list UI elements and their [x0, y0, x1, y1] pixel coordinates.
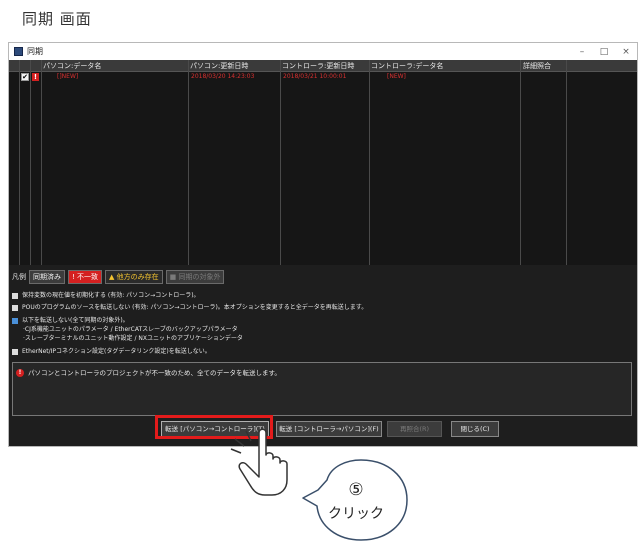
- legend-excluded: ■ 同期の対象外: [165, 270, 225, 284]
- window-title: 同期: [27, 47, 43, 56]
- option-checkbox[interactable]: [12, 292, 18, 299]
- option-checkbox-checked[interactable]: [12, 317, 18, 324]
- data-grid: パソコン:データ名 パソコン:更新日時 コントローラ:更新日時 コントローラ:デ…: [9, 60, 637, 265]
- minimize-button[interactable]: –: [571, 47, 593, 57]
- option-sub-line-2: ·スレーブターミナルのユニット動作設定 / NXユニットのアプリケーションデータ: [23, 335, 243, 342]
- legend-one-side-only: ▲ 他方のみ存在: [105, 270, 163, 284]
- row-ctrl-name: [NEW]: [387, 73, 406, 80]
- close-button[interactable]: 閉じる(C): [451, 421, 499, 437]
- row-pc-time: 2018/03/20 14:23:03: [191, 73, 255, 80]
- close-window-button[interactable]: ×: [615, 47, 637, 57]
- legend-label: 凡例: [12, 273, 26, 281]
- option-no-pou-source[interactable]: POUのプログラムのソースを転送しない (有効: パソコン→コントローラ)。本オ…: [12, 302, 367, 311]
- option-init-retained[interactable]: 保持変数の現在値を初期化する (有効: パソコン→コントローラ)。: [12, 290, 200, 299]
- legend-mismatch: ! 不一致: [68, 270, 103, 284]
- option-checkbox[interactable]: [12, 348, 18, 355]
- table-row[interactable]: []NEW] 2018/03/20 14:23:03 2018/03/21 10…: [9, 72, 637, 82]
- option-sub-line-1: ·CJ系機能ユニットのパラメータ / EtherCATスレーブのバックアップパラ…: [23, 326, 238, 333]
- option-no-eip[interactable]: EtherNet/IPコネクション設定(タグデータリンク設定)を転送しない。: [12, 346, 211, 355]
- button-bar: 転送 [パソコン→コントローラ](T) 転送 [コントローラ→パソコン](F) …: [9, 418, 637, 446]
- callout-step: ⑤: [348, 480, 364, 500]
- app-icon: [14, 47, 23, 56]
- recompare-button[interactable]: 再照合(R): [387, 421, 442, 437]
- sync-window: 同期 – □ × パソコン:データ名 パソコン:更新日時 コントローラ:更新日時…: [8, 42, 638, 447]
- error-icon: !: [16, 369, 24, 377]
- maximize-button[interactable]: □: [593, 47, 615, 57]
- page-heading: 同期 画面: [22, 10, 92, 28]
- col-ctrl-time[interactable]: コントローラ:更新日時: [282, 61, 354, 71]
- col-pc-name[interactable]: パソコン:データ名: [43, 61, 101, 71]
- message-box: ! パソコンとコントローラのプロジェクトが不一致のため、全てのデータを転送します。: [12, 362, 632, 416]
- grid-header: パソコン:データ名 パソコン:更新日時 コントローラ:更新日時 コントローラ:デ…: [9, 60, 637, 72]
- legend-synced: 同期済み: [29, 270, 65, 284]
- col-compare[interactable]: 詳細照合: [523, 61, 551, 71]
- col-ctrl-name[interactable]: コントローラ:データ名: [371, 61, 443, 71]
- callout-bubble: [302, 459, 408, 541]
- legend: 凡例 同期済み ! 不一致 ▲ 他方のみ存在 ■ 同期の対象外: [9, 270, 637, 284]
- option-checkbox[interactable]: [12, 304, 18, 311]
- col-pc-time[interactable]: パソコン:更新日時: [190, 61, 248, 71]
- row-ctrl-time: 2018/03/21 10:00:01: [283, 73, 347, 80]
- option-no-transfer[interactable]: 以下を転送しない(全て同期の対象外)。: [12, 315, 129, 324]
- message-text: パソコンとコントローラのプロジェクトが不一致のため、全てのデータを転送します。: [28, 369, 281, 377]
- row-pc-name: []NEW]: [57, 73, 79, 80]
- callout-text: クリック: [328, 506, 384, 522]
- hand-pointer-icon: [230, 428, 288, 496]
- title-bar: 同期 – □ ×: [9, 43, 637, 60]
